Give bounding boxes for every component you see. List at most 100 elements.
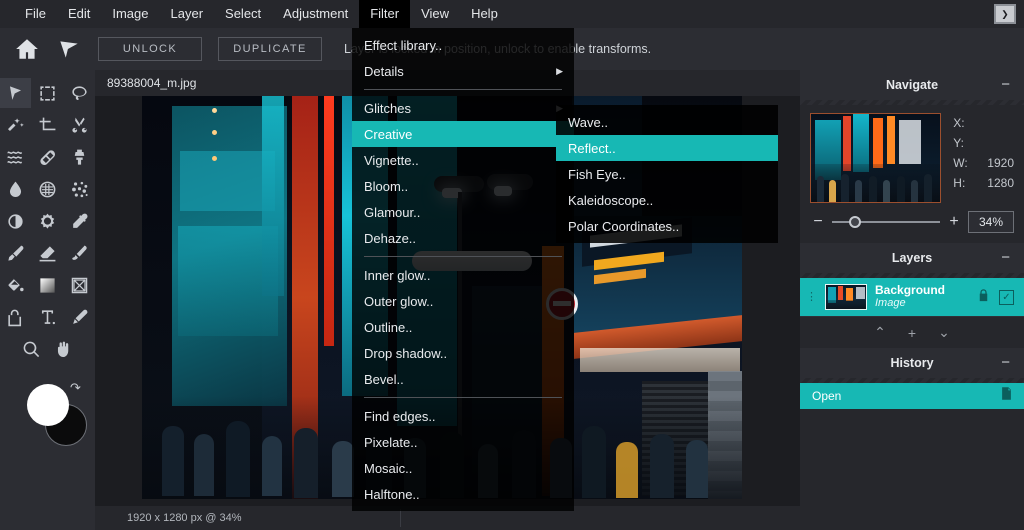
layer-visibility-checkbox[interactable]: ✓ [999,289,1014,305]
lasso-tool[interactable] [64,78,95,108]
menu-view[interactable]: View [410,0,460,28]
status-divider [400,509,401,527]
menu-item-outer-glow[interactable]: Outer glow.. [352,288,574,314]
scissors-cut-tool[interactable] [64,110,95,140]
menu-item-halftone[interactable]: Halftone.. [352,481,574,507]
blur-drop-tool[interactable] [0,174,31,204]
navigator-thumbnail[interactable] [810,113,942,203]
menu-help[interactable]: Help [460,0,509,28]
menu-item-bevel[interactable]: Bevel.. [352,366,574,392]
sharpen-sun-tool[interactable] [32,206,63,236]
tool-grid-secondary [0,334,95,364]
unlock-button[interactable]: UNLOCK [98,37,202,61]
hand-pan-tool[interactable] [48,334,79,364]
menu-item-glitches[interactable]: Glitches▶ [352,95,574,121]
right-panel-stack: Navigate − X: Y: W: 1920 H: 1280 − + 34%… [800,70,1024,530]
nav-x-row: X: [953,113,1014,133]
menu-item-label: Pixelate.. [364,434,418,450]
lock-icon[interactable] [976,288,991,306]
menu-item-dehaze[interactable]: Dehaze.. [352,225,574,251]
submenu-item-fish-eye[interactable]: Fish Eye.. [556,161,778,187]
liquify-tool[interactable] [0,142,31,172]
menu-item-vignette[interactable]: Vignette.. [352,147,574,173]
menu-edit[interactable]: Edit [57,0,101,28]
contrast-tool[interactable] [0,206,31,236]
zoom-in-button[interactable]: + [948,213,960,231]
smudge-tool[interactable] [64,238,95,268]
submenu-item-kaleidoscope[interactable]: Kaleidoscope.. [556,187,778,213]
clone-stamp-tool[interactable] [64,142,95,172]
zoom-out-button[interactable]: − [812,213,824,231]
menu-item-details[interactable]: Details ▶ [352,58,574,84]
menu-item-creative[interactable]: Creative [352,121,574,147]
healing-patch-tool[interactable] [32,142,63,172]
zoom-level-input[interactable]: 34% [968,211,1014,233]
menu-item-outline[interactable]: Outline.. [352,314,574,340]
submenu-item-polar-coordinates[interactable]: Polar Coordinates.. [556,213,778,239]
menu-item-label: Glamour.. [364,204,421,220]
menu-item-inner-glow[interactable]: Inner glow.. [352,262,574,288]
menu-image[interactable]: Image [101,0,159,28]
paint-bucket-tool[interactable] [0,270,31,300]
minimize-icon[interactable]: − [1001,355,1010,370]
console-icon[interactable]: ❯ [994,4,1016,24]
navigate-panel-title: Navigate [885,78,939,92]
move-layer-up-button[interactable]: ⌃ [874,324,886,341]
halftone-grid-tool[interactable] [32,174,63,204]
submenu-item-label: Wave.. [568,114,608,130]
menu-item-find-edges[interactable]: Find edges.. [352,403,574,429]
nav-h-value: 1280 [987,176,1014,190]
layer-drag-handle-icon[interactable]: ⋮ [806,292,817,303]
eyedropper-tool[interactable] [64,206,95,236]
menu-item-glamour[interactable]: Glamour.. [352,199,574,225]
marquee-select-tool[interactable] [32,78,63,108]
add-layer-button[interactable]: + [908,325,916,341]
paintbrush-tool[interactable] [0,238,31,268]
shape-tool[interactable] [64,270,95,300]
layer-row[interactable]: ⋮ Background Image ✓ [800,278,1024,316]
menu-file[interactable]: File [14,0,57,28]
gradient-tool[interactable] [32,270,63,300]
pen-tool[interactable] [64,302,95,332]
menu-item-label: Glitches [364,100,411,116]
menu-adjustment[interactable]: Adjustment [272,0,359,28]
menu-item-pixelate[interactable]: Pixelate.. [352,429,574,455]
lock-transform-tool[interactable] [0,302,31,332]
menu-item-label: Outer glow.. [364,293,434,309]
zoom-slider-handle[interactable] [849,216,862,228]
magic-wand-tool[interactable] [0,110,31,140]
minimize-icon[interactable]: − [1001,250,1010,265]
menu-item-bloom[interactable]: Bloom.. [352,173,574,199]
history-panel-title: History [890,356,934,370]
menu-item-drop-shadow[interactable]: Drop shadow.. [352,340,574,366]
menu-item-effect-library[interactable]: Effect library.. [352,32,574,58]
eraser-tool[interactable] [32,238,63,268]
crop-tool[interactable] [32,110,63,140]
menu-item-label: Drop shadow.. [364,345,448,361]
menu-filter[interactable]: Filter [359,0,411,28]
menu-layer[interactable]: Layer [160,0,215,28]
submenu-item-wave[interactable]: Wave.. [556,109,778,135]
menu-item-mosaic[interactable]: Mosaic.. [352,455,574,481]
zoom-slider[interactable] [832,215,940,229]
move-tool[interactable] [0,78,31,108]
tool-panel: ↷ [0,70,95,530]
dither-noise-tool[interactable] [64,174,95,204]
history-entry[interactable]: Open [800,383,1024,409]
swap-colors-icon[interactable]: ↷ [70,380,81,396]
move-layer-down-button[interactable]: ⌄ [938,324,950,341]
menu-select[interactable]: Select [214,0,272,28]
duplicate-button[interactable]: DUPLICATE [218,37,322,61]
menu-divider [364,256,562,257]
navigator-metrics: X: Y: W: 1920 H: 1280 [953,113,1014,203]
submenu-item-reflect[interactable]: Reflect.. [556,135,778,161]
zoom-magnifier-tool[interactable] [16,334,47,364]
minimize-icon[interactable]: − [1001,77,1010,92]
move-cursor-icon[interactable] [56,36,82,62]
zoom-control-row: − + 34% [800,209,1024,243]
submenu-item-label: Polar Coordinates.. [568,218,680,234]
text-tool[interactable] [32,302,63,332]
home-icon[interactable] [14,36,40,62]
foreground-color-swatch[interactable] [27,384,69,426]
menu-item-label: Bloom.. [364,178,409,194]
